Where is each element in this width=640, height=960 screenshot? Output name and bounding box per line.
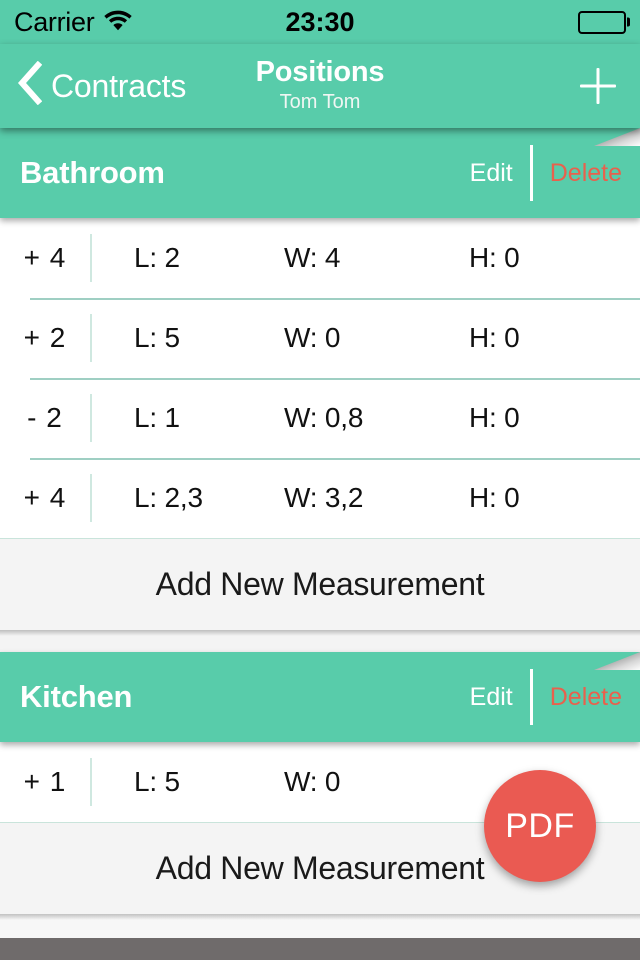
add-new-measurement-button[interactable]: Add New Measurement: [0, 538, 640, 636]
row-length: L: 2: [134, 242, 180, 273]
pdf-button[interactable]: PDF: [484, 770, 596, 882]
status-bar: Carrier 23:30: [0, 0, 640, 44]
chevron-left-icon: [16, 60, 43, 110]
clock-label: 23:30: [285, 6, 355, 37]
section-header[interactable]: Kitchen Edit Delete: [0, 652, 640, 742]
app-root: Carrier 23:30 Contracts Positions Tom To…: [0, 0, 640, 960]
row-width: W: 0: [284, 322, 341, 353]
page-subtitle: Tom Tom: [279, 91, 361, 114]
row-height: H: 0: [469, 402, 520, 433]
row-length: L: 5: [134, 322, 180, 353]
row-width: W: 0,8: [284, 402, 364, 433]
footer-shadow: [0, 914, 640, 920]
row-quantity: - 2: [27, 402, 63, 433]
footer-shadow: [0, 630, 640, 636]
row-height: H: 0: [469, 322, 520, 353]
edit-button[interactable]: Edit: [470, 128, 530, 218]
row-length: L: 1: [134, 402, 180, 433]
table-row[interactable]: + 4 L: 2 W: 4 H: 0: [0, 218, 640, 298]
row-quantity: + 4: [23, 242, 67, 273]
table-row[interactable]: + 4 L: 2,3 W: 3,2 H: 0: [0, 458, 640, 538]
back-button-label: Contracts: [51, 67, 187, 104]
bottom-bar: [0, 938, 640, 960]
page-title: Positions: [255, 55, 385, 88]
navigation-bar: Contracts Positions Tom Tom: [0, 44, 640, 128]
add-new-measurement-label: Add New Measurement: [155, 566, 485, 602]
section-bathroom: Bathroom Edit Delete + 4 L: 2 W: 4 H: 0: [0, 128, 640, 636]
row-height: H: 0: [469, 482, 520, 513]
section-title: Bathroom: [20, 155, 165, 190]
row-width: W: 4: [284, 242, 341, 273]
pdf-button-label: PDF: [505, 806, 575, 845]
edit-button[interactable]: Edit: [470, 652, 530, 742]
table-row[interactable]: + 2 L: 5 W: 0 H: 0: [0, 298, 640, 378]
add-new-measurement-label: Add New Measurement: [155, 850, 485, 886]
row-length: L: 5: [134, 766, 180, 797]
measurement-rows: + 4 L: 2 W: 4 H: 0 + 2 L: 5 W: 0 H: 0 - …: [0, 218, 640, 538]
back-button[interactable]: Contracts: [16, 60, 187, 112]
status-bar-right: [578, 10, 630, 34]
row-quantity: + 2: [23, 322, 67, 353]
row-width: W: 3,2: [284, 482, 364, 513]
plus-icon[interactable]: [572, 60, 624, 112]
section-title: Kitchen: [20, 679, 133, 714]
row-length: L: 2,3: [134, 482, 203, 513]
row-quantity: + 4: [23, 482, 67, 513]
table-row[interactable]: - 2 L: 1 W: 0,8 H: 0: [0, 378, 640, 458]
row-height: H: 0: [469, 242, 520, 273]
row-quantity: + 1: [23, 766, 67, 797]
battery-full-icon: [578, 10, 630, 34]
row-width: W: 0: [284, 766, 341, 797]
section-header[interactable]: Bathroom Edit Delete: [0, 128, 640, 218]
